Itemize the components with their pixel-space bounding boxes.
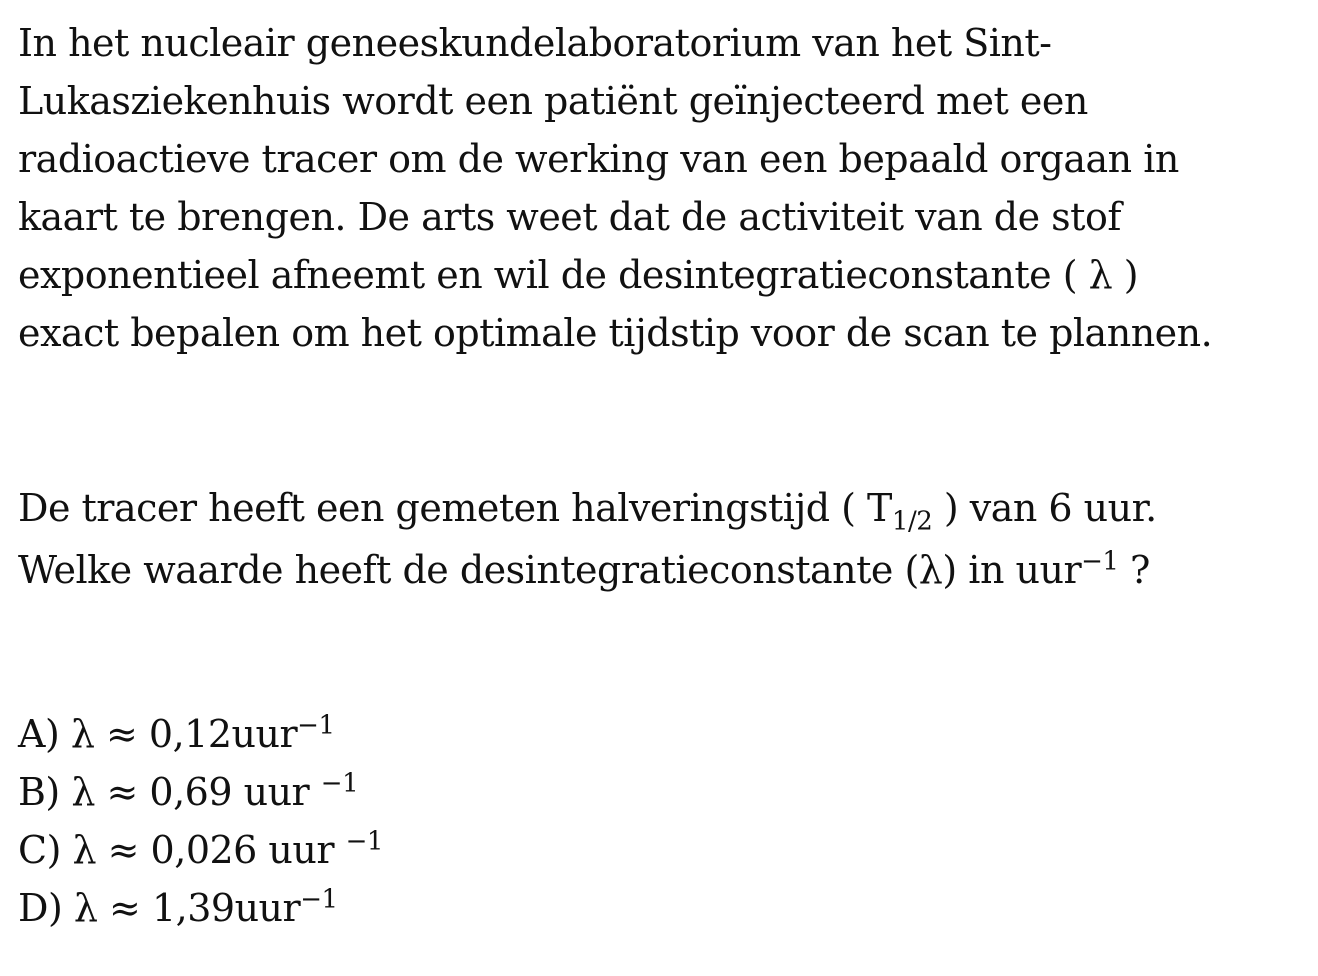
- question-text: De tracer heeft een gemeten halveringsti…: [18, 486, 892, 530]
- option-text: C) λ ≈ 0,026 uur: [18, 828, 346, 872]
- answer-option-d[interactable]: D) λ ≈ 1,39uur−1: [18, 879, 383, 937]
- question-text: Welke waarde heeft de desintegratieconst…: [18, 548, 1082, 592]
- unit-exponent: −1: [297, 710, 335, 741]
- option-text: D) λ ≈ 1,39uur: [18, 886, 301, 930]
- question-text: ) van 6 uur.: [932, 486, 1157, 530]
- unit-exponent: −1: [345, 826, 384, 857]
- question-line-2: Welke waarde heeft de desintegratieconst…: [18, 548, 1150, 592]
- intro-line: kaart te brengen. De arts weet dat de ac…: [18, 195, 1121, 239]
- option-text: B) λ ≈ 0,69 uur: [18, 770, 321, 814]
- intro-line: exponentieel afneemt en wil de desintegr…: [18, 253, 1139, 297]
- intro-line: Lukasziekenhuis wordt een patiënt geïnje…: [18, 79, 1088, 123]
- intro-paragraph: In het nucleair geneeskundelaboratorium …: [18, 14, 1308, 362]
- answer-option-b[interactable]: B) λ ≈ 0,69 uur −1: [18, 763, 383, 821]
- page: In het nucleair geneeskundelaboratorium …: [0, 0, 1318, 976]
- intro-line: radioactieve tracer om de werking van ee…: [18, 137, 1179, 181]
- option-text: A) λ ≈ 0,12uur: [18, 712, 298, 756]
- answer-option-a[interactable]: A) λ ≈ 0,12uur−1: [18, 705, 383, 763]
- question-text: ?: [1118, 548, 1150, 592]
- unit-exponent: −1: [1081, 546, 1119, 577]
- unit-exponent: −1: [300, 884, 338, 915]
- answer-options: A) λ ≈ 0,12uur−1 B) λ ≈ 0,69 uur −1 C) λ…: [18, 705, 383, 937]
- half-life-subscript: 1/2: [891, 506, 933, 537]
- question-paragraph: De tracer heeft een gemeten halveringsti…: [18, 477, 1308, 601]
- answer-option-c[interactable]: C) λ ≈ 0,026 uur −1: [18, 821, 383, 879]
- intro-line: In het nucleair geneeskundelaboratorium …: [18, 21, 1052, 65]
- question-line-1: De tracer heeft een gemeten halveringsti…: [18, 486, 1157, 535]
- intro-line: exact bepalen om het optimale tijdstip v…: [18, 311, 1213, 355]
- unit-exponent: −1: [320, 768, 359, 799]
